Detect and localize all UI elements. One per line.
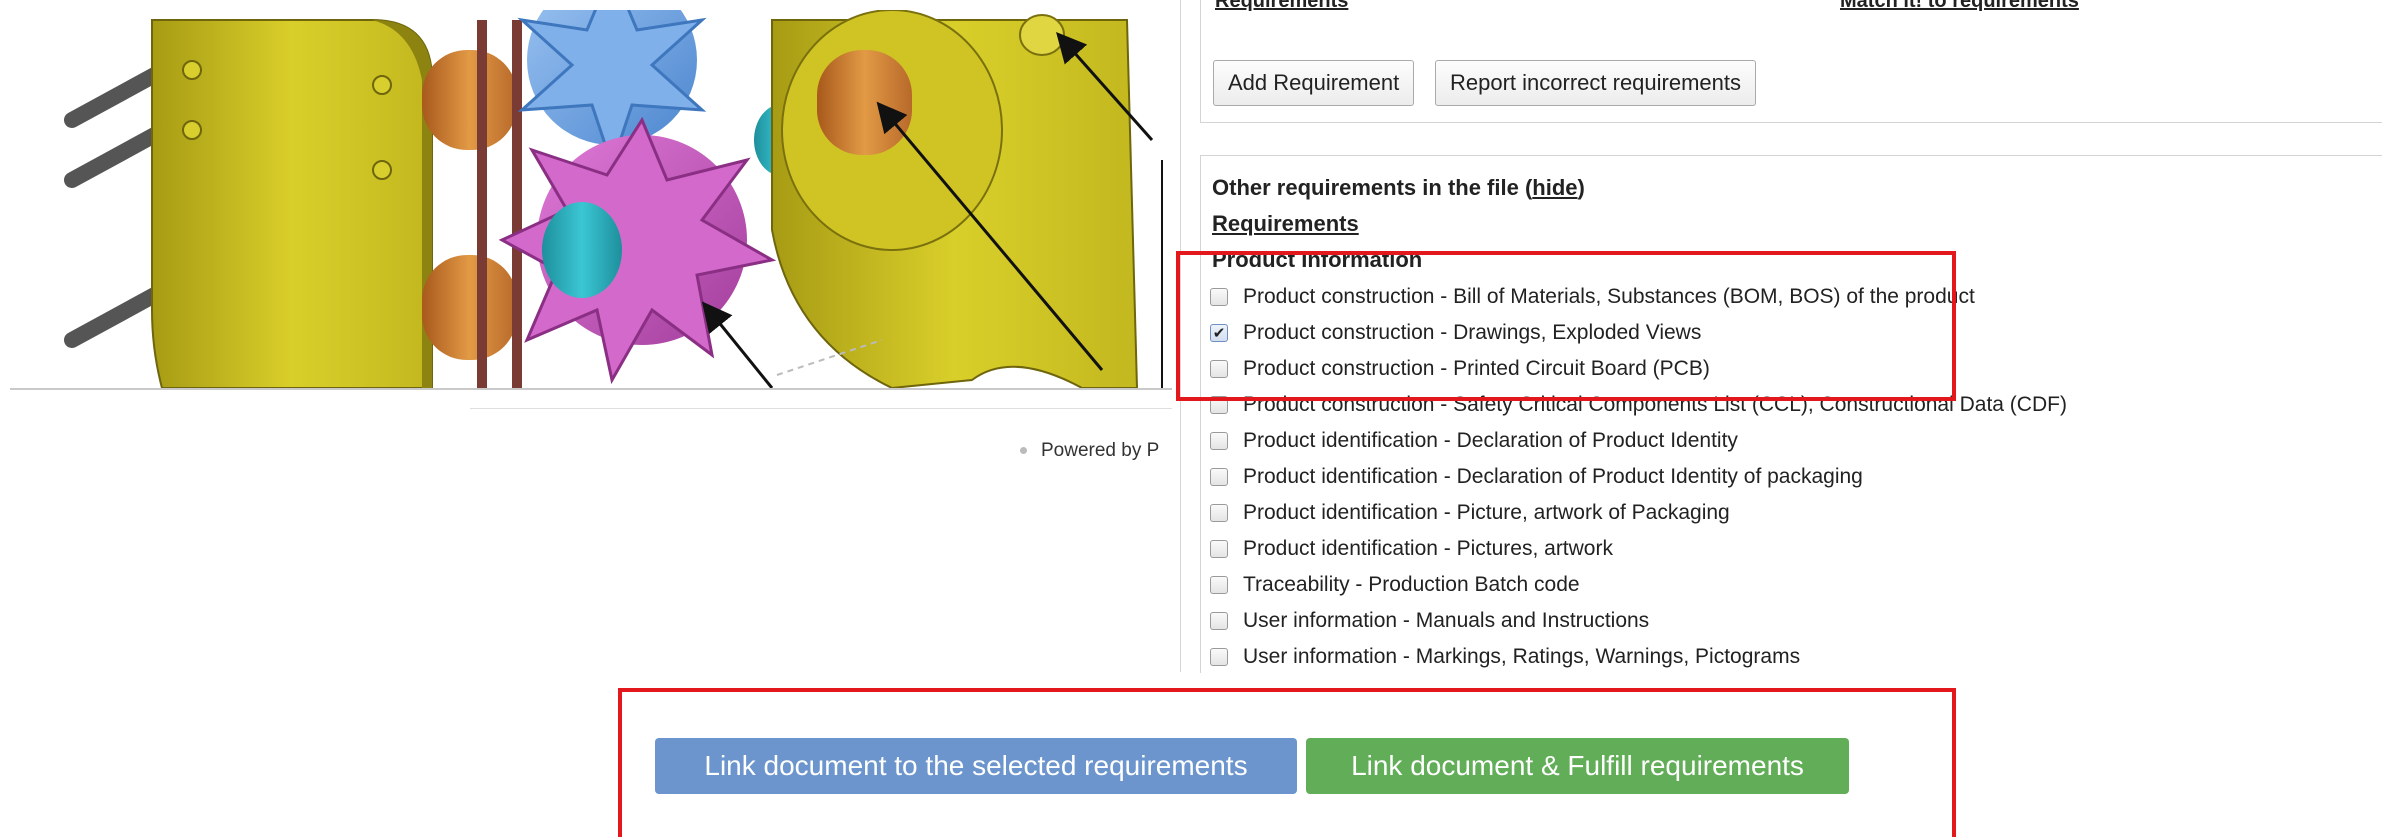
hide-link[interactable]: hide xyxy=(1532,175,1577,200)
powered-by-text: Powered by P xyxy=(1020,440,1159,462)
requirement-item[interactable]: Product identification - Declaration of … xyxy=(1210,462,1863,492)
product-information-heading: Product Information xyxy=(1212,247,1423,272)
requirement-checkbox[interactable] xyxy=(1210,504,1228,522)
other-requirements-title-close: ) xyxy=(1577,175,1585,200)
requirement-checkbox[interactable] xyxy=(1210,576,1228,594)
other-requirements-title: Other requirements in the file (hide) xyxy=(1212,175,1585,201)
requirement-label: Product construction - Safety Critical C… xyxy=(1243,393,2067,416)
requirement-label: Product identification - Picture, artwor… xyxy=(1243,501,1730,524)
requirement-label: Product construction - Printed Circuit B… xyxy=(1243,357,1710,380)
requirement-checkbox[interactable] xyxy=(1210,432,1228,450)
magenta-gear-icon xyxy=(498,104,810,385)
exploded-view-viewer[interactable] xyxy=(12,10,1172,388)
requirements-column-header: Requirements xyxy=(1215,0,1349,12)
exploded-gear-pump-drawing xyxy=(64,10,1163,388)
requirement-checkbox[interactable] xyxy=(1210,468,1228,486)
requirement-label: Product identification - Pictures, artwo… xyxy=(1243,537,1613,560)
powered-by-label: Powered by P xyxy=(1041,440,1160,461)
requirement-checkbox[interactable] xyxy=(1210,360,1228,378)
link-and-fulfill-button[interactable]: Link document & Fulfill requirements xyxy=(1306,738,1849,794)
other-requirements-title-text: Other requirements in the file ( xyxy=(1212,175,1533,200)
requirement-checkbox[interactable] xyxy=(1210,612,1228,630)
requirement-label: Product identification - Declaration of … xyxy=(1243,429,1738,452)
link-document-button[interactable]: Link document to the selected requiremen… xyxy=(655,738,1297,794)
requirement-label: Product construction - Drawings, Explode… xyxy=(1243,321,1702,344)
requirement-checkbox[interactable] xyxy=(1210,648,1228,666)
footer-divider xyxy=(470,408,1172,409)
requirement-item[interactable]: ✔ Product construction - Drawings, Explo… xyxy=(1210,318,1701,348)
requirement-item[interactable]: Traceability - Production Batch code xyxy=(1210,570,1580,600)
requirement-item[interactable]: User information - Manuals and Instructi… xyxy=(1210,606,1649,636)
requirement-label: User information - Manuals and Instructi… xyxy=(1243,609,1650,632)
requirement-item[interactable]: Product identification - Picture, artwor… xyxy=(1210,498,1730,528)
requirement-label: Traceability - Production Batch code xyxy=(1243,573,1580,596)
requirement-item[interactable]: Product construction - Printed Circuit B… xyxy=(1210,354,1710,384)
bullet-icon xyxy=(1020,447,1027,455)
requirement-checkbox[interactable] xyxy=(1210,288,1228,306)
requirement-label: Product identification - Declaration of … xyxy=(1243,465,1863,488)
report-incorrect-requirements-button[interactable]: Report incorrect requirements xyxy=(1435,60,1757,106)
requirement-item[interactable]: User information - Markings, Ratings, Wa… xyxy=(1210,642,1800,672)
add-requirement-button[interactable]: Add Requirement xyxy=(1213,60,1415,106)
requirement-item[interactable]: Product identification - Declaration of … xyxy=(1210,426,1738,456)
requirement-label: User information - Markings, Ratings, Wa… xyxy=(1243,645,1801,668)
requirement-checkbox-checked[interactable]: ✔ xyxy=(1210,324,1228,342)
requirement-item[interactable]: Product construction - Safety Critical C… xyxy=(1210,390,2067,420)
requirements-heading: Requirements xyxy=(1212,211,1359,236)
requirement-checkbox[interactable] xyxy=(1210,396,1228,414)
requirement-item[interactable]: Product construction - Bill of Materials… xyxy=(1210,282,1975,312)
requirement-item[interactable]: Product identification - Pictures, artwo… xyxy=(1210,534,1613,564)
requirement-checkbox[interactable] xyxy=(1210,540,1228,558)
viewer-divider xyxy=(10,388,1172,390)
match-column-header: Match it! to requirements xyxy=(1840,0,2079,12)
requirement-label: Product construction - Bill of Materials… xyxy=(1243,285,1975,308)
